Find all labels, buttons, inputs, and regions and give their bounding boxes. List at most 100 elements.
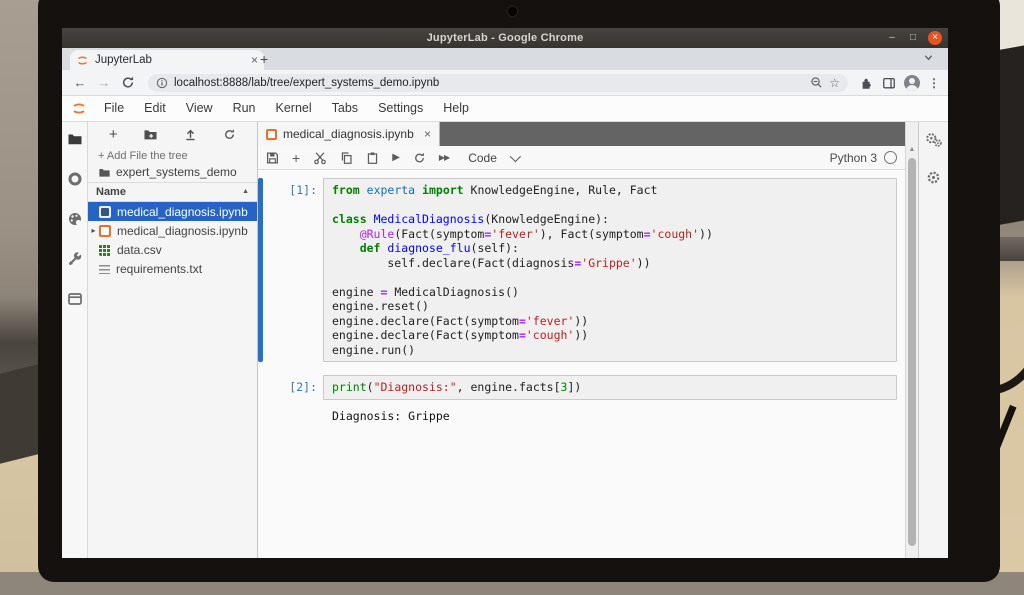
browser-tab[interactable]: JupyterLab × — [70, 50, 264, 70]
menu-item-settings[interactable]: Settings — [368, 96, 433, 121]
code-line: engine = MedicalDiagnosis() — [332, 285, 888, 300]
expand-caret-icon[interactable]: ▸ — [88, 226, 99, 235]
code-token: )) — [699, 226, 713, 241]
file-row[interactable]: ▸ medical_diagnosis.ipynb — [88, 221, 257, 240]
breadcrumb[interactable]: expert_systems_demo — [88, 163, 257, 182]
menu-item-kernel[interactable]: Kernel — [266, 96, 322, 121]
output-text: Diagnosis: Grippe — [332, 408, 450, 423]
window-controls: – □ × — [886, 28, 942, 48]
minimize-button[interactable]: – — [886, 33, 898, 43]
notebook-tab-close-icon[interactable]: × — [424, 127, 431, 141]
open-tabs-icon[interactable] — [67, 290, 83, 308]
new-tab-button[interactable]: + — [260, 51, 268, 67]
code-token: from — [332, 183, 360, 197]
restart-kernel-icon[interactable] — [413, 151, 426, 165]
menu-item-help[interactable]: Help — [433, 96, 479, 121]
screen: JupyterLab - Google Chrome – □ × Jupyter… — [62, 28, 948, 558]
breadcrumb-folder[interactable]: expert_systems_demo — [116, 165, 237, 179]
webcam — [508, 7, 517, 16]
photo-scene: JupyterLab - Google Chrome – □ × Jupyter… — [0, 0, 1024, 595]
name-column-header[interactable]: Name — [96, 183, 126, 201]
add-cell-icon[interactable]: + — [292, 150, 300, 166]
running-kernels-icon[interactable] — [67, 170, 83, 188]
new-folder-button[interactable] — [143, 128, 158, 141]
scrollbar-thumb[interactable] — [908, 158, 916, 546]
extensions-puzzle-icon[interactable] — [860, 76, 874, 90]
restart-run-all-icon[interactable]: ▶▶ — [439, 151, 450, 165]
notebook-tab[interactable]: medical_diagnosis.ipynb × — [258, 122, 440, 146]
notebook-scrollbar[interactable]: ▲ — [905, 122, 918, 558]
code-cell[interactable]: [2]: print("Diagnosis:", engine.facts[3]) — [258, 375, 905, 400]
add-file-label[interactable]: + Add File the tree — [88, 147, 257, 163]
settings-gear-icon[interactable] — [926, 170, 941, 185]
paste-cells-icon[interactable] — [366, 151, 379, 165]
browser-tab-close-icon[interactable]: × — [251, 54, 258, 66]
menu-item-run[interactable]: Run — [223, 96, 266, 121]
cell-gap — [258, 362, 905, 375]
menu-item-file[interactable]: File — [94, 96, 134, 121]
code-token: class — [332, 212, 367, 226]
site-info-icon[interactable] — [156, 77, 168, 89]
profile-avatar[interactable] — [904, 74, 920, 91]
file-browser-icon[interactable] — [67, 130, 83, 148]
notebook-file-icon — [99, 224, 111, 237]
code-cell[interactable]: [1]: from experta import KnowledgeEngine,… — [258, 178, 905, 362]
property-inspector-wrench-icon[interactable] — [67, 250, 83, 268]
cell-type-dropdown[interactable]: Code — [468, 151, 497, 165]
code-token: )) — [574, 313, 589, 328]
sort-ascending-icon[interactable]: ▲ — [242, 183, 249, 201]
menu-item-view[interactable]: View — [176, 96, 223, 121]
cut-cells-icon[interactable] — [313, 151, 327, 165]
maximize-button[interactable]: □ — [907, 33, 919, 43]
browser-toolbar-right: ⋮ — [858, 74, 940, 91]
file-row[interactable]: data.csv — [88, 240, 257, 259]
code-token: 'fever' — [491, 226, 540, 241]
kernel-status-icon[interactable] — [884, 151, 897, 164]
close-button[interactable]: × — [928, 31, 942, 45]
notebook-content[interactable]: [1]: from experta import KnowledgeEngine,… — [258, 170, 905, 558]
cell-editor[interactable]: from experta import KnowledgeEngine, Rul… — [323, 178, 897, 362]
code-line: self.declare(Fact(diagnosis='Grippe')) — [332, 256, 888, 271]
execution-count: [2]: — [289, 380, 317, 394]
folder-icon — [99, 168, 110, 177]
window-titlebar: JupyterLab - Google Chrome – □ × — [62, 28, 948, 48]
execution-count: [1]: — [289, 183, 317, 197]
menu-item-edit[interactable]: Edit — [134, 96, 176, 121]
file-row[interactable]: requirements.txt — [88, 259, 257, 278]
cell-type-chevron-icon[interactable] — [509, 150, 521, 162]
menu-item-tabs[interactable]: Tabs — [322, 96, 368, 121]
copy-cells-icon[interactable] — [340, 151, 353, 165]
cell-editor[interactable]: print("Diagnosis:", engine.facts[3]) — [323, 375, 897, 400]
notebook-dock-panel: medical_diagnosis.ipynb × + ▶ ▶▶ Code Py… — [258, 122, 905, 558]
zoom-out-icon[interactable] — [810, 76, 823, 89]
back-icon[interactable]: ← — [70, 73, 90, 93]
code-token: 'fever' — [525, 313, 575, 328]
reload-icon[interactable] — [118, 75, 138, 90]
code-token: engine.declare(Fact(symptom — [332, 313, 519, 328]
property-inspector-gears-icon[interactable] — [925, 132, 943, 148]
upload-button[interactable] — [184, 128, 197, 141]
scrollbar-up-icon[interactable]: ▲ — [906, 146, 918, 153]
kernel-name[interactable]: Python 3 — [830, 151, 877, 165]
window-title: JupyterLab - Google Chrome — [426, 32, 584, 44]
tab-search-chevron-icon[interactable] — [923, 52, 934, 63]
url-text[interactable]: localhost:8888/lab/tree/expert_systems_d… — [174, 77, 804, 89]
new-launcher-button[interactable]: + — [109, 127, 118, 142]
run-cell-icon[interactable]: ▶ — [392, 151, 400, 165]
forward-icon[interactable]: → — [94, 73, 114, 93]
code-line: engine.declare(Fact(symptom='cough')) — [332, 328, 888, 343]
code-token: 'cough' — [525, 328, 575, 342]
address-bar[interactable]: localhost:8888/lab/tree/expert_systems_d… — [148, 73, 848, 92]
file-list-header[interactable]: Name ▲ — [88, 182, 257, 202]
browser-menu-kebab-icon[interactable]: ⋮ — [928, 77, 940, 89]
save-icon[interactable] — [266, 151, 279, 165]
side-panel-icon[interactable] — [882, 76, 896, 90]
code-token: )) — [574, 328, 589, 342]
command-palette-icon[interactable] — [67, 210, 83, 228]
code-line: from experta import KnowledgeEngine, Rul… — [332, 183, 888, 198]
refresh-button[interactable] — [223, 128, 236, 141]
bookmark-star-icon[interactable]: ☆ — [829, 77, 840, 89]
file-row[interactable]: medical_diagnosis.ipynb — [88, 202, 257, 221]
